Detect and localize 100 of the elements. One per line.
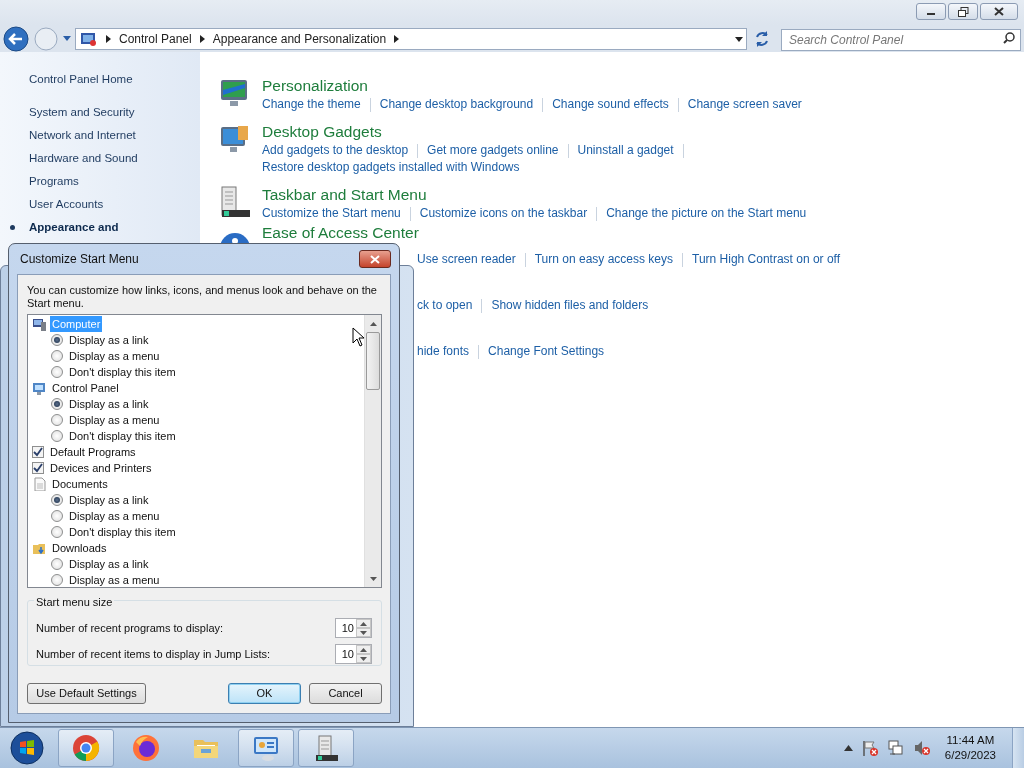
option-label: Display as a link [68,492,150,508]
task-link[interactable]: Change the theme [262,96,361,113]
task-link[interactable]: Turn on easy access keys [534,251,673,268]
chevron-icon[interactable] [199,34,205,43]
number-spinner[interactable]: 10 [335,644,372,664]
task-link[interactable]: Uninstall a gadget [577,142,674,159]
checkbox[interactable] [32,446,44,458]
radio-button[interactable] [51,414,63,426]
scrollbar[interactable] [364,315,381,587]
option-label: Display as a menu [68,412,161,428]
radio-button[interactable] [51,334,63,346]
task-link[interactable]: Change desktop background [379,96,534,113]
mouse-cursor-icon [352,327,366,347]
radio-button[interactable] [51,526,63,538]
down-arrow-icon[interactable] [360,656,367,661]
monitor-icon [252,734,280,762]
clock[interactable]: 11:44 AM 6/29/2023 [944,733,996,763]
category-link[interactable]: Ease of Access Center [262,223,841,243]
option-label: Display as a link [68,556,150,572]
chevron-icon[interactable] [106,34,111,43]
flag-icon[interactable] [860,739,879,757]
category-link[interactable]: Desktop Gadgets [262,122,693,142]
clock-date: 6/29/2023 [944,748,996,763]
tree-item[interactable]: Documents [50,475,110,493]
clock-time: 11:44 AM [945,733,996,748]
up-arrow-icon[interactable] [360,621,367,626]
dialog-button[interactable]: Use Default Settings [27,683,146,704]
dropdown-icon[interactable] [732,34,746,43]
tower-computer-icon[interactable] [218,185,252,219]
tree-item[interactable]: Downloads [50,539,109,557]
radio-button[interactable] [51,574,63,586]
tree-item[interactable]: Control Panel [50,379,121,397]
option-label: Default Programs [49,444,137,460]
task-link[interactable]: Restore desktop gadgets installed with Windows [262,159,520,176]
task-link[interactable]: Add gadgets to the desktop [262,142,409,159]
task-link[interactable]: Customize icons on the taskbar [419,205,588,222]
radio-button[interactable] [51,494,63,506]
sidebar-item[interactable]: Hardware and Sound [29,150,200,167]
radio-button[interactable] [51,510,63,522]
radio-button[interactable] [51,558,63,570]
radio-button[interactable] [51,366,63,378]
control-panel-icon [80,30,98,47]
sidebar-item[interactable]: System and Security [29,104,200,121]
task-link[interactable]: Get more gadgets online [427,142,559,159]
dialog-button[interactable]: Cancel [309,683,382,704]
sidebar-item[interactable]: User Accounts [29,196,200,213]
field-label: Number of recent items to display in Jump Lists: [36,646,271,662]
description-text: You can customize how links, icons, and menus look and behave on the Start menu. [27,284,378,310]
breadcrumb[interactable]: Control Panel [119,29,192,48]
option-label: Display as a menu [68,348,161,364]
scroll-thumb[interactable] [366,332,380,390]
task-link[interactable]: hide fonts [417,343,470,360]
radio-button[interactable] [51,398,63,410]
checkbox[interactable] [32,462,44,474]
close-button[interactable] [359,250,391,268]
sidebar-item[interactable]: Programs [29,173,200,190]
show-hidden-icons-icon[interactable] [843,745,853,751]
scroll-up-icon[interactable] [369,321,377,326]
restore-icon [957,6,969,17]
category-link[interactable]: Taskbar and Start Menu [262,185,807,205]
task-link[interactable]: Turn High Contrast on or off [692,251,841,268]
monitor-icon [32,381,46,395]
speaker-muted-icon[interactable] [912,739,931,757]
task-link[interactable]: Use screen reader [417,251,516,268]
computer-icon [32,317,46,331]
number-spinner[interactable]: 10 [335,618,372,638]
sidebar-link[interactable]: Control Panel Home [29,71,200,88]
category-link[interactable]: Personalization [262,76,802,96]
sidebar-item[interactable]: Appearance and [29,219,119,236]
scroll-down-icon[interactable] [369,576,377,581]
task-link[interactable]: ck to open [417,297,473,314]
windows-logo-icon [10,731,44,765]
down-arrow-icon[interactable] [360,630,367,635]
taskbar-app-button[interactable] [298,729,354,767]
chevron-icon[interactable] [394,34,400,43]
task-link[interactable]: Show hidden files and folders [491,297,649,314]
minimize-button[interactable] [916,3,946,20]
sidebar-item[interactable]: Network and Internet [29,127,200,144]
option-label: Display as a link [68,396,150,412]
option-label: Display as a menu [68,572,161,587]
task-link[interactable]: Change Font Settings [488,343,605,360]
option-label: Don't display this item [68,428,177,444]
task-link[interactable]: Customize the Start menu [262,205,401,222]
option-label: Display as a link [68,332,150,348]
search-field[interactable]: Search Control Panel [781,28,1021,51]
back-button[interactable] [3,25,29,52]
restore-button[interactable] [948,3,978,20]
network-icon[interactable] [886,739,905,757]
dialog-button[interactable]: OK [228,683,301,704]
task-link[interactable]: Change screen saver [687,96,802,113]
breadcrumb[interactable]: Appearance and Personalization [212,29,387,48]
radio-button[interactable] [51,430,63,442]
up-arrow-icon[interactable] [360,647,367,652]
option-label: Don't display this item [68,524,177,540]
close-button[interactable] [980,3,1018,20]
task-link[interactable]: Change sound effects [552,96,669,113]
folder-icon [32,541,46,555]
option-label: Don't display this item [68,364,177,380]
radio-button[interactable] [51,350,63,362]
task-link[interactable]: Change the picture on the Start menu [606,205,807,222]
